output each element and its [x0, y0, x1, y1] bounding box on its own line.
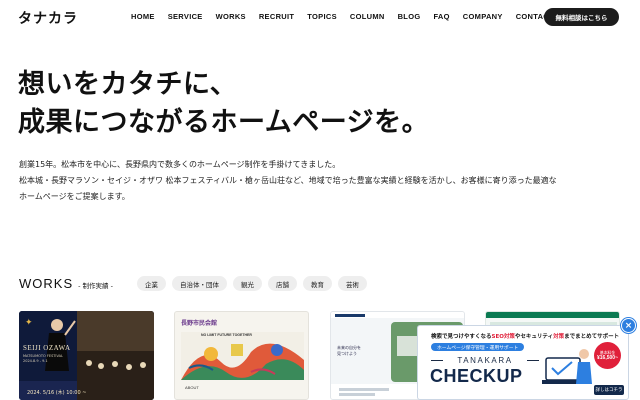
works-title: WORKS	[19, 276, 74, 291]
hero-heading: 想いをカタチに、 成果につながるホームページを。	[18, 66, 429, 142]
nav-blog[interactable]: BLOG	[398, 12, 421, 21]
card1-title: SEIJI OZAWA	[23, 344, 71, 352]
hero-desc-line1: 創業15年。松本市を中心に、長野県内で数多くのホームページ制作を手掛けてきました…	[19, 160, 341, 169]
ad-headline: 検索で見つけやすくなるSEO対策やセキュリティ対策までまとめてサポート	[431, 332, 619, 340]
nav-home[interactable]: HOME	[131, 12, 155, 21]
nav-faq[interactable]: FAQ	[433, 12, 449, 21]
ad-headline-seo: SEO対策	[491, 334, 515, 340]
ad-title: CHECKUP	[430, 366, 523, 386]
works-subtitle: - 制作実績 -	[78, 282, 113, 290]
ad-price-badge: 基本料金 ¥16,500~	[594, 342, 621, 369]
main-nav: HOME SERVICE WORKS RECRUIT TOPICS COLUMN…	[131, 12, 554, 21]
hero-description: 創業15年。松本市を中心に、長野県内で数多くのホームページ制作を手掛けてきました…	[19, 157, 557, 205]
hero-desc-line2: 松本城・長野マラソン・セイジ・オザワ 松本フェスティバル・槍ヶ岳山荘など、地域で…	[19, 176, 557, 185]
nav-works[interactable]: WORKS	[216, 12, 246, 21]
card4-topbar	[486, 312, 619, 318]
work-card-civic-hall[interactable]: 長野市民会館 NO LIMIT FUTURE TOGETHER ABOUT	[174, 311, 309, 400]
ad-badge-price: ¥16,500~	[597, 355, 618, 361]
card2-banner	[181, 332, 304, 380]
card3-headline: 未来の自分を 見つけよう	[337, 345, 361, 357]
hero-heading-line2: 成果につながるホームページを。	[18, 107, 430, 138]
nav-recruit[interactable]: RECRUIT	[259, 12, 294, 21]
filter-tourism[interactable]: 観光	[233, 276, 262, 291]
nav-service[interactable]: SERVICE	[168, 12, 203, 21]
site-header: タナカラ HOME SERVICE WORKS RECRUIT TOPICS C…	[0, 0, 640, 34]
free-consultation-button[interactable]: 無料相談はこちら	[544, 8, 619, 26]
works-heading: WORKS - 制作実績 -	[19, 276, 113, 291]
hero-heading-line1: 想いをカタチに、	[18, 69, 238, 100]
filter-education[interactable]: 教育	[303, 276, 332, 291]
ad-close-icon[interactable]: ×	[621, 318, 636, 333]
civic-hall-illustration	[181, 343, 304, 380]
nav-column[interactable]: COLUMN	[350, 12, 385, 21]
hero-desc-line3: ホームページをご提案します。	[19, 192, 130, 201]
filter-art[interactable]: 芸術	[338, 276, 367, 291]
card3-line2: 見つけよう	[337, 351, 357, 356]
checkup-ad-banner[interactable]: 検索で見つけやすくなるSEO対策やセキュリティ対策までまとめてサポート ホームペ…	[417, 325, 629, 400]
ad-service-pill: ホームページ保守管理・運用サポート	[431, 343, 525, 351]
works-filter-list: 企業 自治体・団体 観光 店舗 教育 芸術	[137, 276, 367, 291]
card1-subtitle: MATSUMOTO FESTIVAL 2024.8.9 - 9.1	[23, 354, 63, 364]
svg-text:✦: ✦	[25, 317, 33, 327]
card1-sub-line2: 2024.8.9 - 9.1	[23, 359, 48, 363]
laptop-person-illustration	[542, 349, 592, 384]
card2-about: ABOUT	[185, 385, 199, 390]
filter-corporate[interactable]: 企業	[137, 276, 166, 291]
nav-topics[interactable]: TOPICS	[307, 12, 337, 21]
ad-details-button[interactable]: 詳しはコチラ	[594, 385, 624, 395]
filter-municipality[interactable]: 自治体・団体	[172, 276, 227, 291]
filter-store[interactable]: 店舗	[268, 276, 297, 291]
nav-company[interactable]: COMPANY	[463, 12, 503, 21]
card2-logo: 長野市民会館	[181, 320, 218, 327]
ad-brand: TANAKARA	[457, 356, 513, 365]
card2-tagline: NO LIMIT FUTURE TOGETHER	[201, 333, 252, 337]
site-logo[interactable]: タナカラ	[18, 8, 78, 28]
work-card-seiji-ozawa[interactable]: ✦ SEIJI OZAWA MATSUMOTO FESTIVAL 2024.8.…	[19, 311, 154, 400]
ad-headline-prefix: 検索で見つけやすくなる	[431, 334, 492, 340]
card1-date: 2024. 5/16 (木) 10:00 ~	[27, 390, 87, 396]
